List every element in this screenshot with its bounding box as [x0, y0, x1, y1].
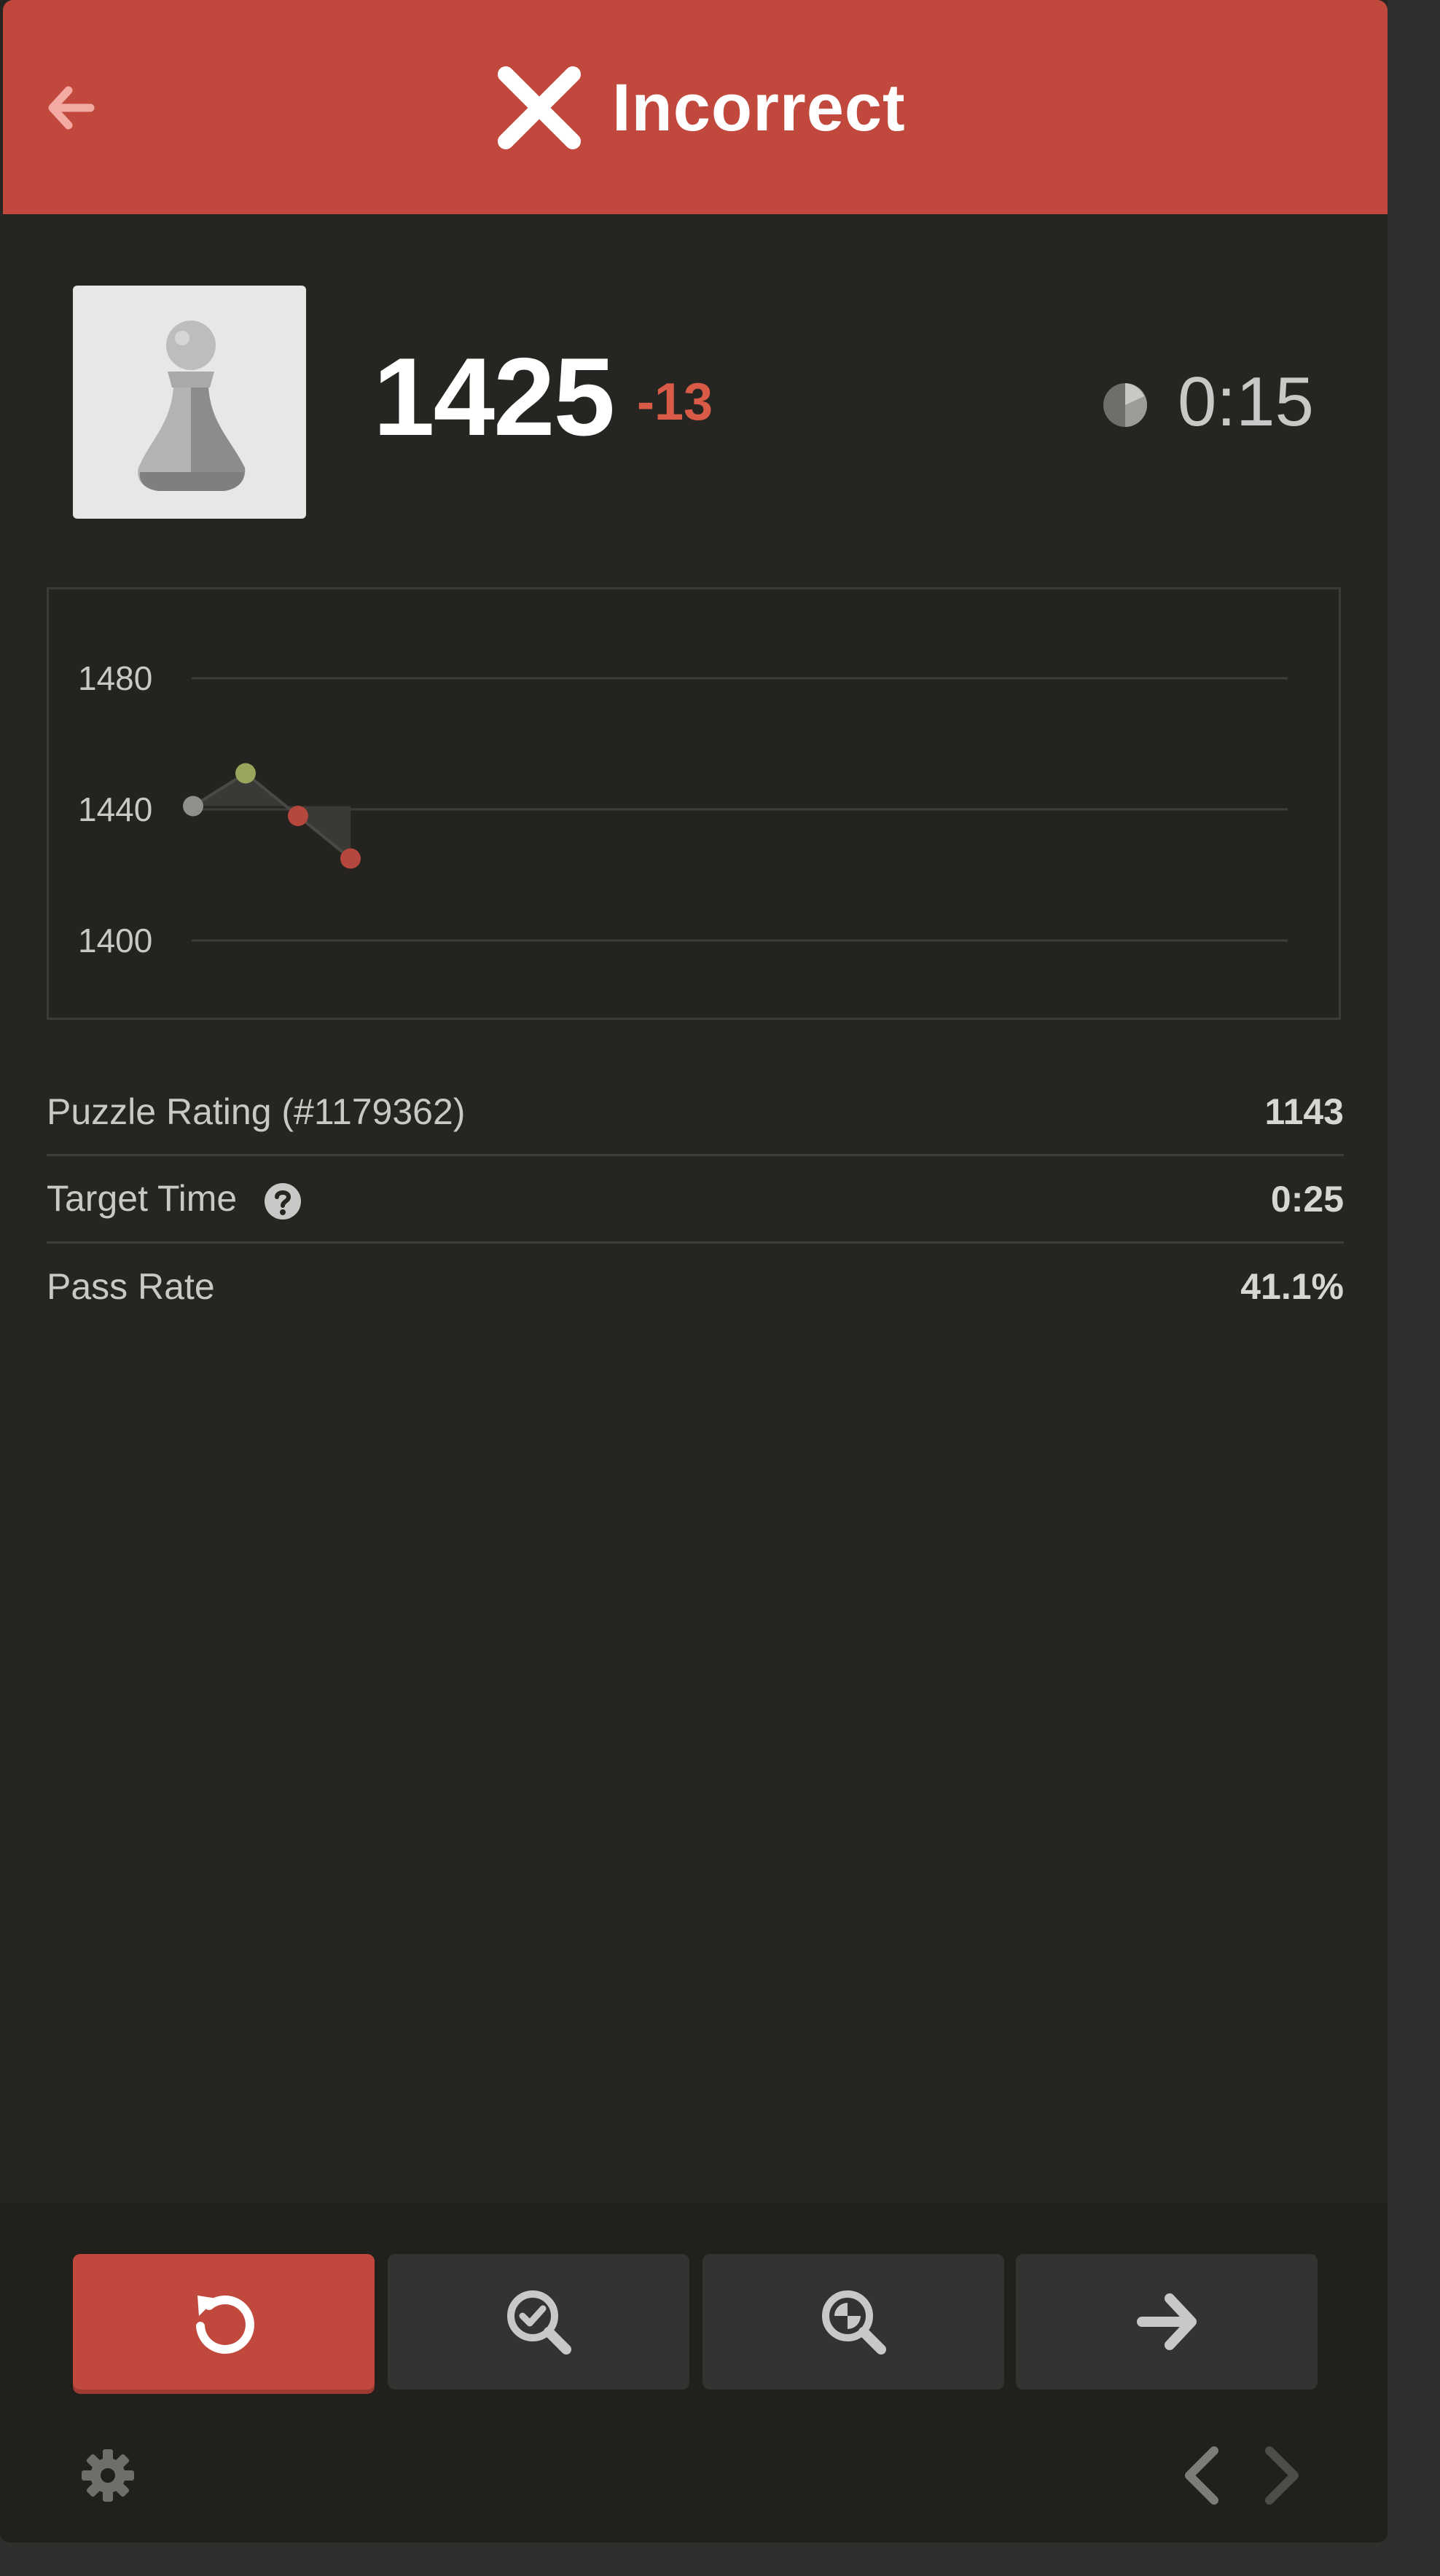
- stat-label: Target Time: [47, 1178, 238, 1220]
- rating-delta: -13: [637, 373, 713, 431]
- stat-row-target-time: Target Time 0:25: [47, 1155, 1344, 1243]
- retry-button[interactable]: [73, 2254, 375, 2390]
- stat-value: 1143: [1264, 1091, 1344, 1132]
- magnify-check-icon: [507, 2290, 571, 2355]
- stat-label: Pass Rate: [47, 1266, 215, 1307]
- stat-label-wrap: Target Time: [47, 1177, 302, 1221]
- stat-row-puzzle-rating: Puzzle Rating (#1179362) 1143: [47, 1068, 1344, 1155]
- chevron-left-icon[interactable]: [1173, 2445, 1232, 2506]
- rating-area: [193, 773, 351, 859]
- rating-point: [183, 796, 203, 817]
- status-label: Incorrect: [612, 70, 906, 145]
- y-tick-label: 1440: [78, 790, 152, 828]
- gear-icon[interactable]: [79, 2446, 137, 2505]
- stat-value: 41.1%: [1240, 1266, 1344, 1307]
- magnify-analysis-icon: [822, 2290, 886, 2355]
- analysis-button[interactable]: [703, 2254, 1004, 2390]
- next-puzzle-button[interactable]: [1016, 2254, 1318, 2390]
- show-solution-button[interactable]: [388, 2254, 689, 2390]
- rating-point: [340, 848, 361, 869]
- chevron-right-icon[interactable]: [1252, 2445, 1310, 2506]
- half-circle-clock-icon: [1103, 383, 1147, 427]
- arrow-left-icon[interactable]: [44, 82, 96, 134]
- question-circle-icon[interactable]: [263, 1182, 302, 1221]
- stat-row-pass-rate: Pass Rate 41.1%: [47, 1243, 1344, 1330]
- stat-value: 0:25: [1270, 1179, 1344, 1220]
- player-rating: 1425: [373, 335, 615, 459]
- arrow-right-icon: [1137, 2293, 1197, 2350]
- result-header: Incorrect: [3, 0, 1388, 214]
- y-tick-label: 1400: [78, 922, 152, 959]
- elapsed-time: 0:15: [1178, 363, 1314, 441]
- stat-label: Puzzle Rating (#1179362): [47, 1091, 466, 1132]
- puzzle-panel: Incorrect 1425 -13 0:15 1480 1440 1400 Puz…: [0, 0, 1388, 2542]
- rating-chart: 1480 1440 1400: [47, 587, 1341, 1020]
- rating-point: [235, 763, 256, 784]
- pawn-icon: [73, 286, 306, 519]
- retry-icon: [196, 2295, 254, 2354]
- rating-point: [288, 806, 308, 826]
- y-tick-label: 1480: [78, 659, 152, 697]
- result-status: Incorrect: [496, 64, 906, 152]
- x-mark-icon: [498, 66, 581, 149]
